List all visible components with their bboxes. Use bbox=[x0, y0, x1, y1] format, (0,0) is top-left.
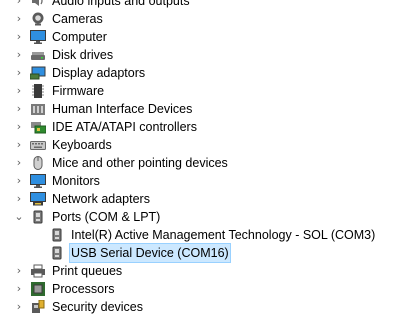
ide-controller-icon bbox=[30, 120, 46, 134]
tree-item-print-queues[interactable]: › Print queues bbox=[0, 262, 404, 280]
chevron-right-icon[interactable]: › bbox=[13, 10, 25, 28]
port-icon bbox=[49, 246, 65, 260]
chevron-right-icon[interactable]: › bbox=[13, 0, 25, 10]
tree-item-ports-com-lpt[interactable]: ⌄ Ports (COM & LPT) bbox=[0, 208, 404, 226]
hid-icon bbox=[30, 102, 46, 116]
tree-item-label: Disk drives bbox=[52, 48, 114, 62]
tree-item-label: Ports (COM & LPT) bbox=[52, 210, 161, 224]
chevron-right-icon[interactable]: › bbox=[13, 262, 25, 280]
tree-item-firmware[interactable]: › Firmware bbox=[0, 82, 404, 100]
tree-item-label: Firmware bbox=[52, 84, 105, 98]
mouse-icon bbox=[30, 156, 46, 170]
tree-item-label: Security devices bbox=[52, 300, 144, 314]
tree-item-computer[interactable]: › Computer bbox=[0, 28, 404, 46]
tree-item-label: Cameras bbox=[52, 12, 103, 26]
firmware-chip-icon bbox=[30, 84, 46, 98]
tree-item-label: Monitors bbox=[52, 174, 100, 188]
port-icon bbox=[49, 228, 65, 242]
tree-item-label: IDE ATA/ATAPI controllers bbox=[52, 120, 197, 134]
tree-item-security-devices[interactable]: › Security devices bbox=[0, 298, 404, 316]
chevron-right-icon[interactable]: › bbox=[13, 154, 25, 172]
security-device-icon bbox=[30, 300, 46, 314]
tree-item-intel-amt-sol-com3[interactable]: Intel(R) Active Management Technology - … bbox=[0, 226, 404, 244]
disk-drive-icon bbox=[30, 48, 46, 62]
tree-item-cameras[interactable]: › Cameras bbox=[0, 10, 404, 28]
chevron-right-icon[interactable]: › bbox=[13, 298, 25, 316]
monitor-icon bbox=[30, 174, 46, 188]
chevron-down-icon[interactable]: ⌄ bbox=[13, 208, 25, 226]
tree-item-processors[interactable]: › Processors bbox=[0, 280, 404, 298]
keyboard-icon bbox=[30, 138, 46, 152]
printer-icon bbox=[30, 264, 46, 278]
tree-item-mice-and-other-pointing-devices[interactable]: › Mice and other pointing devices bbox=[0, 154, 404, 172]
tree-item-label: Intel(R) Active Management Technology - … bbox=[71, 228, 376, 242]
chevron-right-icon[interactable]: › bbox=[13, 190, 25, 208]
tree-item-label: Keyboards bbox=[52, 138, 112, 152]
tree-item-audio-inputs-and-outputs[interactable]: › Audio inputs and outputs bbox=[0, 0, 404, 10]
chevron-right-icon[interactable]: › bbox=[13, 118, 25, 136]
tree-item-keyboards[interactable]: › Keyboards bbox=[0, 136, 404, 154]
speaker-icon bbox=[30, 0, 46, 8]
chevron-right-icon[interactable]: › bbox=[13, 82, 25, 100]
chevron-right-icon[interactable]: › bbox=[13, 172, 25, 190]
device-tree: › Audio inputs and outputs › Cameras › C… bbox=[0, 0, 404, 316]
tree-item-display-adaptors[interactable]: › Display adaptors bbox=[0, 64, 404, 82]
tree-item-label: Network adapters bbox=[52, 192, 150, 206]
chevron-right-icon[interactable]: › bbox=[13, 136, 25, 154]
tree-item-label: USB Serial Device (COM16) bbox=[69, 243, 231, 263]
tree-item-human-interface-devices[interactable]: › Human Interface Devices bbox=[0, 100, 404, 118]
tree-item-label: Human Interface Devices bbox=[52, 102, 193, 116]
network-adapter-icon bbox=[30, 192, 46, 206]
tree-item-label: Processors bbox=[52, 282, 115, 296]
tree-item-label: Audio inputs and outputs bbox=[52, 0, 190, 8]
tree-item-monitors[interactable]: › Monitors bbox=[0, 172, 404, 190]
camera-icon bbox=[30, 12, 46, 26]
port-icon bbox=[30, 210, 46, 224]
chevron-right-icon[interactable]: › bbox=[13, 280, 25, 298]
chevron-right-icon[interactable]: › bbox=[13, 28, 25, 46]
tree-item-usb-serial-device-com16[interactable]: USB Serial Device (COM16) bbox=[0, 243, 404, 263]
tree-item-label: Mice and other pointing devices bbox=[52, 156, 228, 170]
display-adapter-icon bbox=[30, 66, 46, 80]
tree-item-network-adapters[interactable]: › Network adapters bbox=[0, 190, 404, 208]
chevron-right-icon[interactable]: › bbox=[13, 100, 25, 118]
tree-item-label: Display adaptors bbox=[52, 66, 146, 80]
monitor-icon bbox=[30, 30, 46, 44]
processor-icon bbox=[30, 282, 46, 296]
tree-item-label: Computer bbox=[52, 30, 107, 44]
tree-item-ide-ata-atapi-controllers[interactable]: › IDE ATA/ATAPI controllers bbox=[0, 118, 404, 136]
tree-item-label: Print queues bbox=[52, 264, 123, 278]
chevron-right-icon[interactable]: › bbox=[13, 46, 25, 64]
chevron-right-icon[interactable]: › bbox=[13, 64, 25, 82]
tree-item-disk-drives[interactable]: › Disk drives bbox=[0, 46, 404, 64]
